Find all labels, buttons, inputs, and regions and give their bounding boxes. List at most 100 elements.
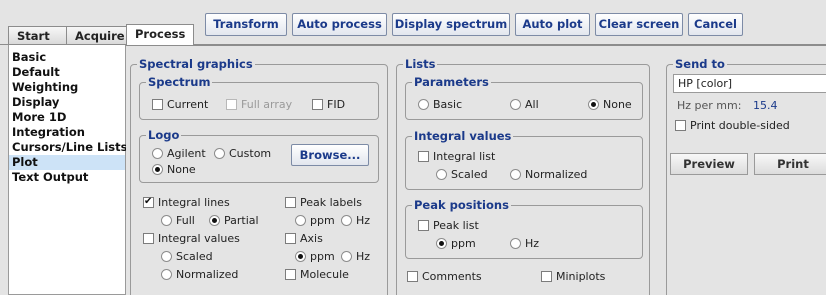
sidebar-item-plot[interactable]: Plot [9, 155, 125, 170]
peak-positions-title: Peak positions [412, 198, 511, 212]
plot-settings-panel: Spectral graphics Spectrum Current Full … [126, 45, 826, 295]
preview-button[interactable]: Preview [670, 153, 748, 175]
integral-values-normalized-label: Normalized [176, 268, 239, 281]
integral-lines-full-label: Full [176, 214, 195, 227]
sidebar-item-basic[interactable]: Basic [9, 50, 125, 65]
browse-button[interactable]: Browse... [291, 144, 369, 166]
radio-circle [161, 269, 172, 280]
parameters-none-label: None [603, 98, 632, 111]
logo-none-label: None [167, 163, 196, 176]
hz-per-mm-label: Hz per mm: [677, 99, 742, 112]
logo-custom-radio[interactable]: Custom [214, 147, 271, 161]
tab-acquire[interactable]: Acquire [66, 26, 128, 45]
transform-button[interactable]: Transform [205, 13, 287, 36]
radio-circle [341, 251, 352, 262]
miniplots-checkbox[interactable]: Miniplots [541, 270, 605, 284]
checkbox-box [418, 220, 429, 231]
spectrum-title: Spectrum [146, 75, 213, 89]
logo-none-radio[interactable]: None [152, 163, 196, 177]
lists-title: Lists [403, 57, 438, 71]
integral-lines-partial-radio[interactable]: Partial [209, 214, 259, 228]
auto-process-button[interactable]: Auto process [292, 13, 387, 36]
radio-circle [588, 99, 599, 110]
checkbox-box [143, 233, 154, 244]
integral-lines-full-radio[interactable]: Full [161, 214, 195, 228]
full-array-label: Full array [241, 98, 293, 111]
checkbox-box [312, 99, 323, 110]
radio-circle [510, 99, 521, 110]
list-integral-normalized-radio[interactable]: Normalized [510, 168, 587, 182]
sidebar-item-weighting[interactable]: Weighting [9, 80, 125, 95]
peak-positions-ppm-radio[interactable]: ppm [436, 237, 476, 251]
auto-plot-button[interactable]: Auto plot [515, 13, 590, 36]
checkbox-box [152, 99, 163, 110]
peak-labels-hz-radio[interactable]: Hz [341, 214, 370, 228]
printer-select-value: HP [color] [678, 77, 733, 90]
spectral-graphics-group: Spectral graphics Spectrum Current Full … [130, 57, 388, 295]
sidebar-item-display[interactable]: Display [9, 95, 125, 110]
send-to-group: Send to HP [color] Hz per mm: 15.4 Print… [666, 57, 826, 295]
radio-circle [295, 251, 306, 262]
clear-screen-button[interactable]: Clear screen [595, 13, 683, 36]
checkbox-box [285, 197, 296, 208]
parameters-all-radio[interactable]: All [510, 98, 539, 112]
peak-list-checkbox[interactable]: Peak list [418, 219, 479, 233]
logo-agilent-radio[interactable]: Agilent [152, 147, 206, 161]
axis-ppm-radio[interactable]: ppm [295, 250, 335, 264]
list-integral-scaled-radio[interactable]: Scaled [436, 168, 488, 182]
fid-checkbox[interactable]: FID [312, 98, 345, 112]
parameters-basic-radio[interactable]: Basic [418, 98, 462, 112]
sidebar-item-integration[interactable]: Integration [9, 125, 125, 140]
integral-values-checkbox[interactable]: Integral values [143, 232, 240, 246]
radio-circle [418, 99, 429, 110]
integral-values-scaled-radio[interactable]: Scaled [161, 250, 213, 264]
sidebar: Basic Default Weighting Display More 1D … [8, 45, 127, 295]
integral-lines-label: Integral lines [158, 196, 230, 209]
integral-lines-checkbox[interactable]: Integral lines [143, 195, 230, 210]
sidebar-item-default[interactable]: Default [9, 65, 125, 80]
logo-custom-label: Custom [229, 147, 272, 160]
sidebar-item-more-1d[interactable]: More 1D [9, 110, 125, 125]
molecule-checkbox[interactable]: Molecule [285, 268, 349, 282]
parameters-title: Parameters [412, 75, 491, 89]
checkbox-box [541, 271, 552, 282]
print-double-sided-checkbox[interactable]: Print double-sided [675, 119, 790, 133]
checkbox-box [418, 151, 429, 162]
radio-circle [436, 169, 447, 180]
axis-checkbox[interactable]: Axis [285, 232, 323, 246]
parameters-none-radio[interactable]: None [588, 98, 632, 112]
peak-labels-checkbox[interactable]: Peak labels [285, 196, 362, 210]
peak-positions-hz-radio[interactable]: Hz [510, 237, 539, 251]
print-button[interactable]: Print [754, 153, 826, 175]
integral-list-checkbox[interactable]: Integral list [418, 150, 495, 164]
peak-labels-label: Peak labels [300, 196, 362, 209]
comments-checkbox[interactable]: Comments [407, 270, 482, 284]
current-checkbox[interactable]: Current [152, 98, 208, 112]
list-integral-scaled-label: Scaled [451, 168, 488, 181]
lists-group: Lists Parameters Basic All None Integral… [396, 57, 650, 295]
spectral-graphics-title: Spectral graphics [137, 57, 255, 71]
radio-circle [436, 238, 447, 249]
integral-values-scaled-label: Scaled [176, 250, 213, 263]
top-bar: Start Acquire Process Transform Auto pro… [0, 0, 826, 45]
tab-start[interactable]: Start [8, 26, 72, 45]
peak-positions-group: Peak positions Peak list ppm Hz [405, 198, 643, 259]
sidebar-item-cursors-line-lists[interactable]: Cursors/Line Lists [9, 140, 127, 155]
full-array-checkbox[interactable]: Full array [226, 98, 292, 112]
display-spectrum-button[interactable]: Display spectrum [392, 13, 510, 36]
axis-ppm-label: ppm [310, 250, 335, 263]
peak-labels-ppm-radio[interactable]: ppm [295, 214, 335, 228]
cancel-button[interactable]: Cancel [688, 13, 743, 36]
fid-label: FID [327, 98, 346, 111]
molecule-label: Molecule [300, 268, 349, 281]
tab-process[interactable]: Process [126, 24, 194, 45]
peak-labels-ppm-label: ppm [310, 214, 335, 227]
comments-label: Comments [422, 270, 482, 283]
axis-hz-radio[interactable]: Hz [341, 250, 370, 264]
printer-select[interactable]: HP [color] [673, 74, 826, 93]
axis-hz-label: Hz [356, 250, 371, 263]
list-integral-values-title: Integral values [412, 129, 514, 143]
peak-positions-hz-label: Hz [525, 237, 540, 250]
integral-values-normalized-radio[interactable]: Normalized [161, 268, 238, 282]
sidebar-item-text-output[interactable]: Text Output [9, 170, 125, 185]
